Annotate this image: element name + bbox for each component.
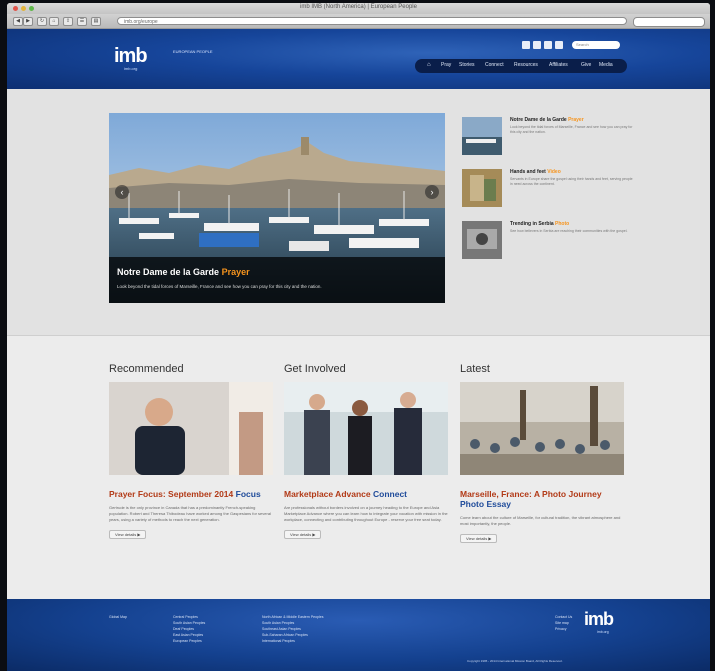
side-thumb-image bbox=[462, 117, 502, 155]
browser-window: imb IMB (North America) | European Peopl… bbox=[7, 3, 710, 671]
side-feature-item[interactable]: Trending in Serbia Photo See how believe… bbox=[462, 221, 662, 265]
column-text: Are professionals without borders involv… bbox=[284, 505, 448, 522]
site-tagline: EUROPEAN PEOPLE bbox=[173, 49, 213, 54]
side-item-text: Look beyond the tidal forces of Marseill… bbox=[510, 125, 633, 134]
hero-caption: Notre Dame de la Garde Prayer Look beyon… bbox=[109, 257, 445, 303]
footer-link[interactable]: International Peoples bbox=[262, 639, 295, 643]
site-footer: Global Map Central Peoples South Asian P… bbox=[7, 599, 710, 671]
column-heading: Recommended bbox=[109, 363, 184, 375]
sidebar-icon[interactable]: ▤ bbox=[91, 17, 101, 26]
side-feature-item[interactable]: Hands and feet Video Servants in Europe … bbox=[462, 169, 662, 213]
nav-item-affiliates[interactable]: Affiliates bbox=[549, 62, 568, 68]
footer-link[interactable]: East Asian Peoples bbox=[173, 633, 203, 637]
nav-item-resources[interactable]: Resources bbox=[514, 62, 538, 68]
view-details-button[interactable]: View details ▶ bbox=[109, 530, 147, 539]
slide-next-icon[interactable]: › bbox=[425, 185, 439, 199]
footer-link[interactable]: Contact Us bbox=[555, 615, 572, 619]
footer-link[interactable]: Sub-Saharan African Peoples bbox=[262, 633, 308, 637]
window-title: imb IMB (North America) | European Peopl… bbox=[300, 4, 417, 10]
forward-icon[interactable]: ▶ bbox=[23, 17, 33, 26]
column-heading: Latest bbox=[460, 363, 490, 375]
recommended-image[interactable] bbox=[109, 382, 273, 475]
hero-section: ‹ › Notre Dame de la Garde Prayer Look b… bbox=[7, 89, 710, 336]
home-nav-icon[interactable]: ⌂ bbox=[427, 62, 431, 68]
site-logo[interactable]: imb bbox=[114, 45, 148, 68]
side-thumb-image bbox=[462, 221, 502, 259]
side-feature-item[interactable]: Notre Dame de la Garde Prayer Look beyon… bbox=[462, 117, 662, 161]
nav-item-give[interactable]: Give bbox=[581, 62, 591, 68]
footer-link[interactable]: South Asian Peoples bbox=[173, 621, 205, 625]
side-item-text: Servants in Europe share the gospel usin… bbox=[510, 177, 633, 186]
column-text: Gertrude is the only province in Canada … bbox=[109, 505, 271, 522]
footer-logo[interactable]: imb bbox=[584, 609, 614, 630]
site-logo-sub: imb.org bbox=[124, 66, 138, 71]
get-involved-column: Get Involved Marketplace Advance Connect… bbox=[284, 363, 448, 541]
bookmarks-icon[interactable]: ☰ bbox=[77, 17, 87, 26]
side-item-title: Hands and feet Video bbox=[510, 169, 561, 175]
side-thumb-image bbox=[462, 169, 502, 207]
home-icon[interactable]: ⌂ bbox=[49, 17, 59, 26]
latest-image[interactable] bbox=[460, 382, 624, 475]
footer-link[interactable]: Site map bbox=[555, 621, 569, 625]
get-involved-image[interactable] bbox=[284, 382, 448, 475]
hero-title[interactable]: Notre Dame de la Garde Prayer bbox=[117, 267, 250, 277]
latest-column: Latest Marseille, France: A Photo Journe… bbox=[460, 363, 624, 545]
footer-link[interactable]: Southeast Asian Peoples bbox=[262, 627, 301, 631]
footer-copyright: Copyright 1995 - 2014 International Miss… bbox=[467, 659, 563, 663]
site-search-input[interactable]: Search bbox=[572, 41, 620, 49]
column-text: Come learn about the culture of Marseill… bbox=[460, 515, 621, 526]
side-item-title: Notre Dame de la Garde Prayer bbox=[510, 117, 584, 123]
reload-icon[interactable]: ↻ bbox=[37, 17, 47, 26]
footer-link[interactable]: European Peoples bbox=[173, 639, 202, 643]
share-icon[interactable]: ⇪ bbox=[63, 17, 73, 26]
side-item-text: See how believers in Serbia are reaching… bbox=[510, 229, 628, 233]
youtube-icon[interactable] bbox=[544, 41, 552, 49]
slide-prev-icon[interactable]: ‹ bbox=[115, 185, 129, 199]
nav-item-stories[interactable]: Stories bbox=[459, 62, 475, 68]
browser-search-field[interactable] bbox=[633, 17, 705, 27]
column-title[interactable]: Prayer Focus: September 2014 Focus bbox=[109, 489, 273, 499]
view-details-button[interactable]: View details ▶ bbox=[284, 530, 322, 539]
footer-link[interactable]: South Asian Peoples bbox=[262, 621, 294, 625]
footer-link[interactable]: Global Map bbox=[109, 615, 127, 619]
view-details-button[interactable]: View details ▶ bbox=[460, 534, 498, 543]
column-heading: Get Involved bbox=[284, 363, 346, 375]
nav-item-media[interactable]: Media bbox=[599, 62, 613, 68]
twitter-icon[interactable] bbox=[533, 41, 541, 49]
nav-item-connect[interactable]: Connect bbox=[485, 62, 504, 68]
rss-icon[interactable] bbox=[555, 41, 563, 49]
site-header: imb imb.org EUROPEAN PEOPLE Search ⌂ Pra… bbox=[7, 29, 710, 89]
footer-link[interactable]: Central Peoples bbox=[173, 615, 198, 619]
hero-title-tag: Prayer bbox=[221, 267, 250, 277]
recommended-column: Recommended Prayer Focus: September 2014… bbox=[109, 363, 273, 541]
hero-slide[interactable]: ‹ › Notre Dame de la Garde Prayer Look b… bbox=[109, 113, 445, 303]
browser-toolbar: ◀ ▶ ↻ ⌂ ⇪ ☰ ▤ imb.org/europe bbox=[7, 14, 710, 29]
window-titlebar: imb IMB (North America) | European Peopl… bbox=[7, 3, 710, 14]
footer-link[interactable]: Deaf Peoples bbox=[173, 627, 194, 631]
nav-item-pray[interactable]: Pray bbox=[441, 62, 451, 68]
column-title[interactable]: Marketplace Advance Connect bbox=[284, 489, 448, 499]
address-bar[interactable]: imb.org/europe bbox=[117, 17, 627, 25]
back-icon[interactable]: ◀ bbox=[13, 17, 23, 26]
hero-title-text: Notre Dame de la Garde bbox=[117, 267, 220, 277]
footer-link[interactable]: Privacy bbox=[555, 627, 566, 631]
side-item-title: Trending in Serbia Photo bbox=[510, 221, 570, 227]
main-nav: ⌂ Pray Stories Connect Resources Affilia… bbox=[415, 59, 627, 73]
footer-logo-sub: imb.org bbox=[597, 630, 609, 634]
hero-text: Look beyond the tidal forces of Marseill… bbox=[117, 284, 322, 289]
facebook-icon[interactable] bbox=[522, 41, 530, 49]
column-title[interactable]: Marseille, France: A Photo Journey Photo… bbox=[460, 489, 624, 509]
footer-link[interactable]: North African & Middle Eastern Peoples bbox=[262, 615, 323, 619]
